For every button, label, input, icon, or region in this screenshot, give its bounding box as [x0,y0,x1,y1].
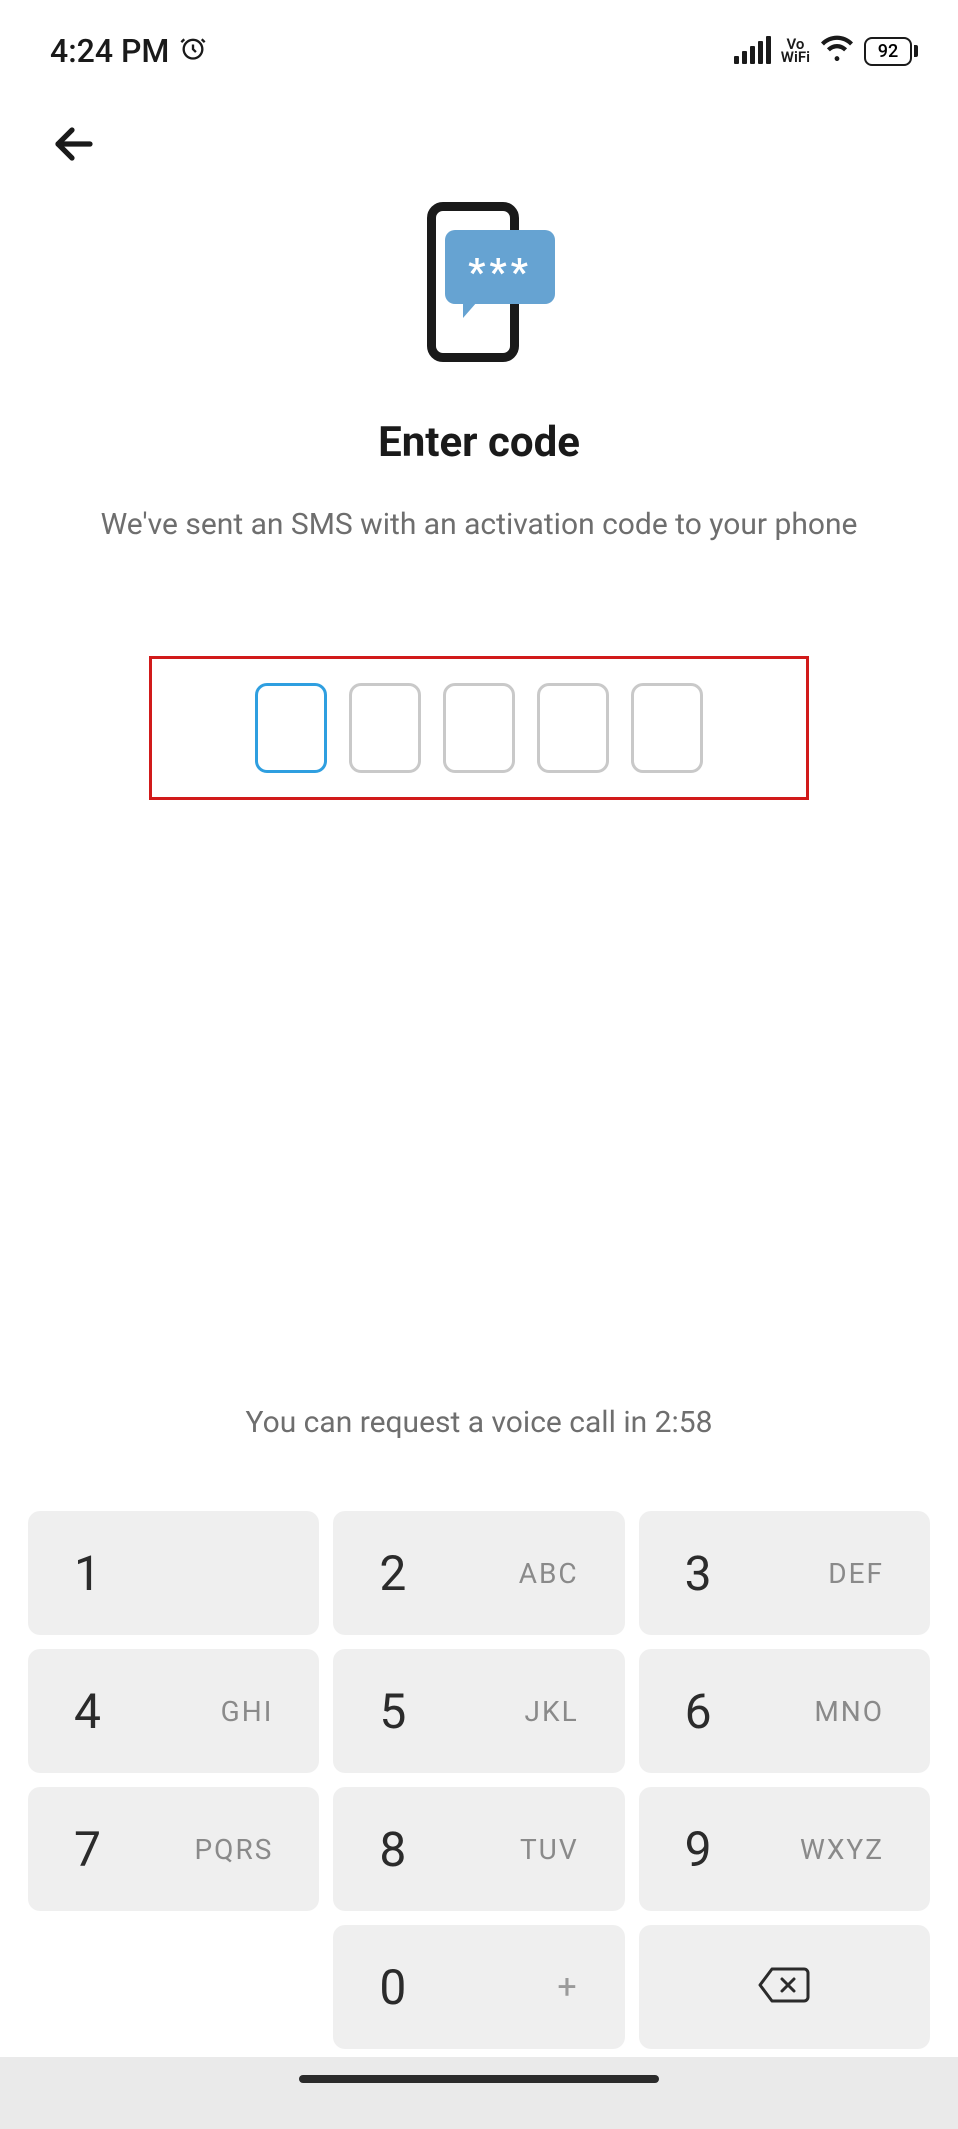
key-5[interactable]: 5 JKL [333,1649,624,1773]
battery-level: 92 [864,37,912,66]
key-blank [28,1925,319,2049]
code-digit-4[interactable] [537,683,609,773]
signal-icon [734,38,771,64]
bubble-stars: *** [468,254,532,292]
code-digit-2[interactable] [349,683,421,773]
key-8[interactable]: 8 TUV [333,1787,624,1911]
key-letters: GHI [221,1695,274,1728]
key-digit: 9 [685,1821,712,1878]
code-digit-1[interactable] [255,683,327,773]
key-digit: 0 [379,1959,406,2016]
hero-section: *** Enter code We've sent an SMS with an… [0,172,958,546]
key-9[interactable]: 9 WXYZ [639,1787,930,1911]
code-digit-5[interactable] [631,683,703,773]
status-time: 4:24 PM [50,32,169,70]
key-letters: + [557,1967,578,2007]
key-digit: 2 [379,1545,406,1602]
system-nav-bar [0,2057,958,2129]
key-3[interactable]: 3 DEF [639,1511,930,1635]
code-digit-3[interactable] [443,683,515,773]
backspace-icon [756,1965,812,2009]
home-indicator[interactable] [299,2075,659,2083]
key-1[interactable]: 1 [28,1511,319,1635]
key-digit: 8 [379,1821,406,1878]
back-arrow-icon[interactable] [50,153,98,172]
key-digit: 3 [685,1545,712,1602]
topbar [0,80,958,172]
key-letters: JKL [525,1695,579,1728]
key-4[interactable]: 4 GHI [28,1649,319,1773]
page-subtitle: We've sent an SMS with an activation cod… [51,505,908,546]
status-bar: 4:24 PM Vo WiFi 92 [0,0,958,80]
key-letters: WXYZ [800,1833,884,1866]
key-6[interactable]: 6 MNO [639,1649,930,1773]
vowifi-bottom: WiFi [781,51,810,65]
phone-sms-icon: *** [409,202,549,382]
vowifi-icon: Vo WiFi [781,38,810,65]
key-digit: 6 [685,1683,712,1740]
key-digit: 4 [74,1683,101,1740]
key-letters: MNO [814,1695,884,1728]
wifi-icon [820,32,854,70]
alarm-icon [179,32,207,70]
numeric-keypad: 1 2 ABC 3 DEF 4 GHI 5 JKL 6 MNO 7 PQRS 8… [0,1511,958,2049]
voice-call-hint: You can request a voice call in 2:58 [0,1405,958,1440]
key-7[interactable]: 7 PQRS [28,1787,319,1911]
key-letters: TUV [520,1833,579,1866]
page-title: Enter code [378,418,580,467]
key-2[interactable]: 2 ABC [333,1511,624,1635]
status-right-group: Vo WiFi 92 [734,32,918,70]
key-digit: 1 [74,1545,101,1602]
key-digit: 5 [379,1683,406,1740]
key-letters: PQRS [195,1833,274,1866]
code-entry-highlight [149,656,809,800]
status-time-group: 4:24 PM [50,32,207,70]
key-digit: 7 [74,1821,101,1878]
key-letters: ABC [519,1557,579,1590]
key-backspace[interactable] [639,1925,930,2049]
key-letters: DEF [828,1557,884,1590]
key-0[interactable]: 0 + [333,1925,624,2049]
battery-icon: 92 [864,37,918,66]
